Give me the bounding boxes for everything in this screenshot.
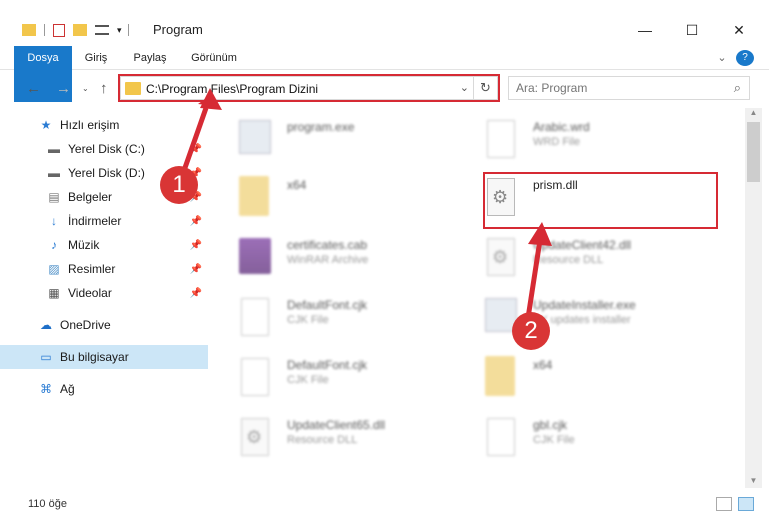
item-count: 110 öğe: [28, 498, 67, 510]
status-bar: 110 öğe: [0, 490, 769, 523]
large-icons-view-icon[interactable]: [738, 497, 754, 511]
details-view-icon[interactable]: [716, 497, 732, 511]
annotation-arrows: [177, 88, 552, 319]
arrow-2-shaft: [525, 239, 543, 319]
step-1-badge: 1: [160, 166, 198, 204]
arrow-1-head-tip: [200, 88, 222, 110]
step-2-badge: 2: [512, 312, 550, 350]
arrow-2-head: [528, 222, 552, 246]
